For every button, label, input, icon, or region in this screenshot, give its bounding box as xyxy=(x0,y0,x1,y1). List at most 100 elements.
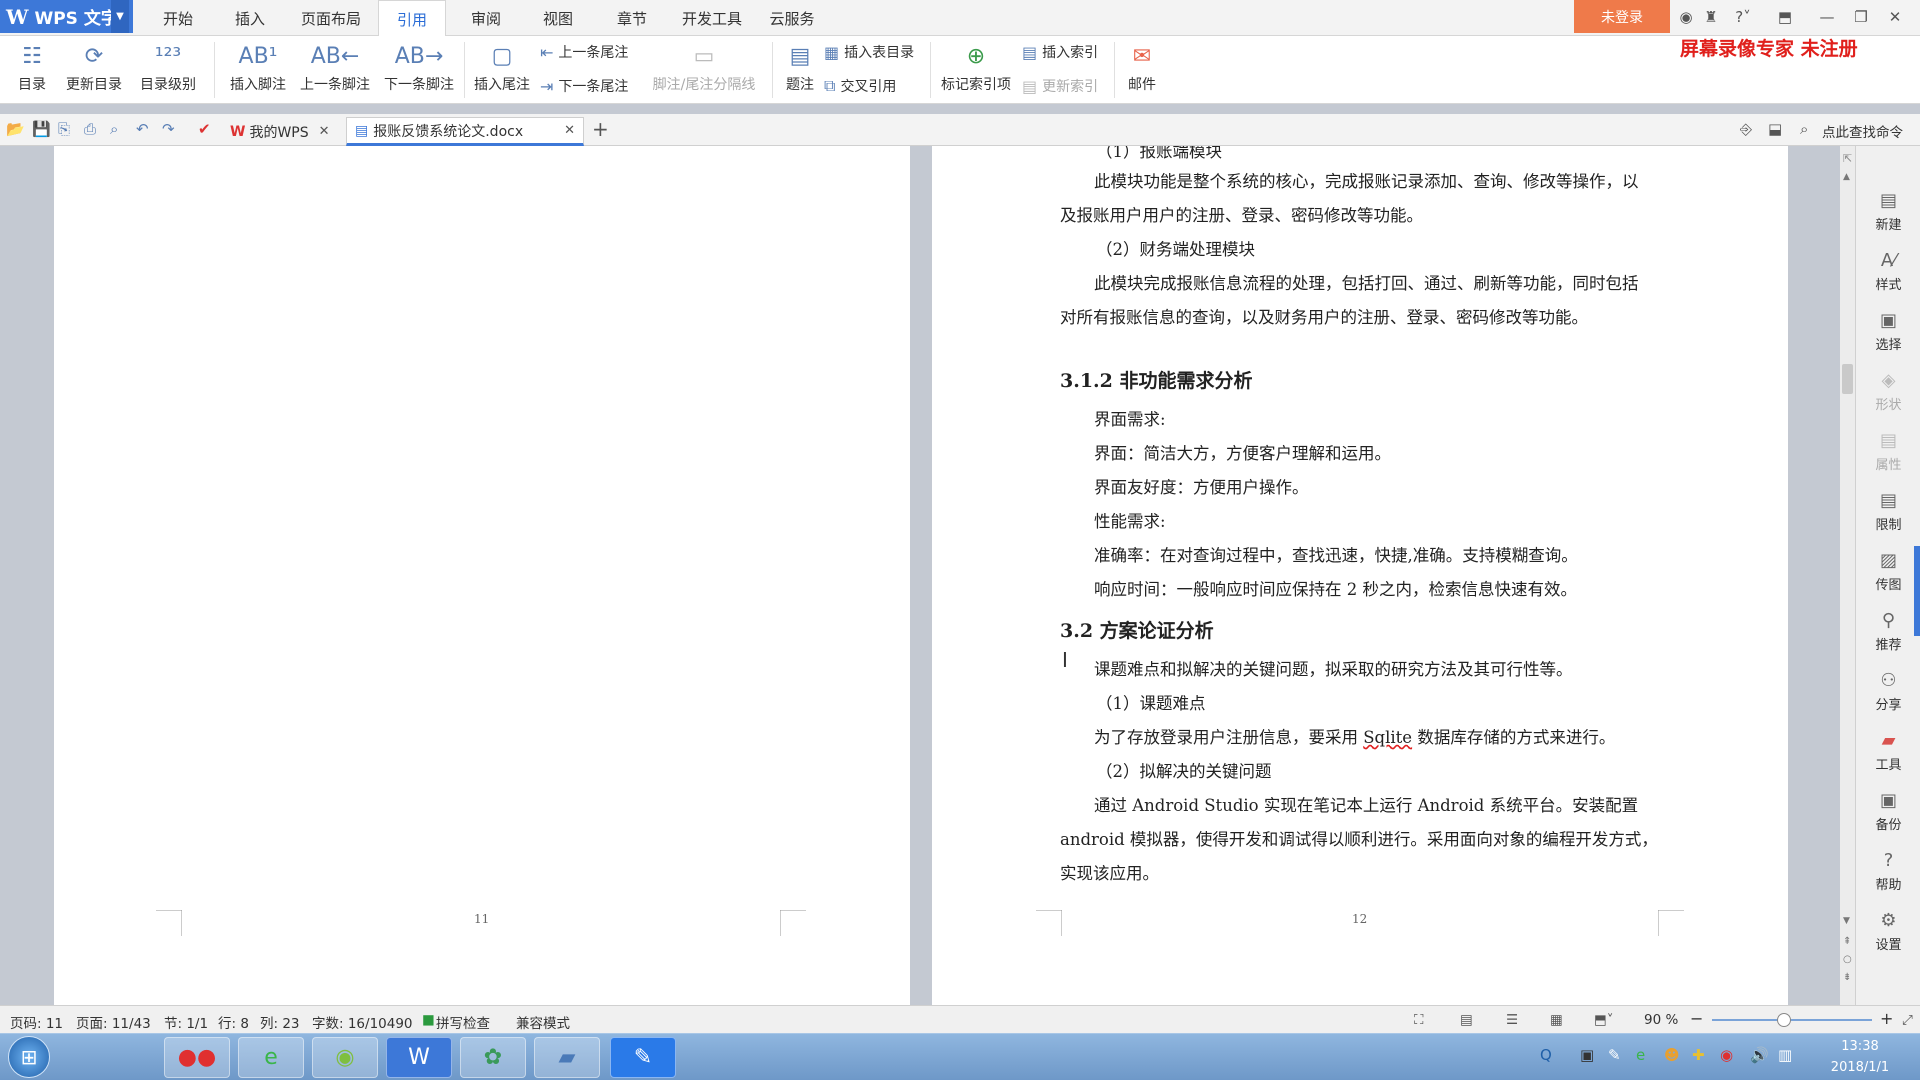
browse-object-icon[interactable]: ○ xyxy=(1843,954,1852,965)
text-line[interactable]: 准确率：在对查询过程中，查找迅速，快捷,准确。支持模糊查询。 xyxy=(1094,542,1578,566)
tab-document[interactable]: ▤ 报账反馈系统论文.docx ✕ xyxy=(346,117,584,146)
mail-button[interactable]: ✉ 邮件 xyxy=(1122,38,1162,94)
search-icon[interactable]: ⌕ xyxy=(1800,120,1808,138)
prev-endnote-button[interactable]: ⇤ 上一条尾注 xyxy=(540,42,628,62)
toc-button[interactable]: ☷ 目录 xyxy=(8,38,56,94)
tab-chapter[interactable]: 章节 xyxy=(604,0,660,36)
ribbon-toggle-icon[interactable]: ⬒ xyxy=(1770,0,1800,33)
sidebar-item-style[interactable]: A⁄ 样式 xyxy=(1856,250,1920,293)
prev-page-icon[interactable]: ⇞ xyxy=(1843,936,1851,947)
note-separator-button[interactable]: ▭ 脚注/尾注分隔线 xyxy=(648,38,760,94)
sidebar-item-share[interactable]: ⚇ 分享 xyxy=(1856,670,1920,713)
close-tab-icon[interactable]: ✕ xyxy=(564,123,575,138)
tab-insert[interactable]: 插入 xyxy=(222,0,278,36)
next-page-icon[interactable]: ⇟ xyxy=(1843,972,1851,983)
insert-endnote-button[interactable]: ▢ 插入尾注 xyxy=(470,38,534,94)
sidebar-item-recommend[interactable]: ⚲ 推荐 xyxy=(1856,610,1920,653)
tab-developer[interactable]: 开发工具 xyxy=(676,0,748,36)
vertical-scrollbar[interactable]: ⇱ ▲ ▼ ⇞ ○ ⇟ xyxy=(1840,146,1855,1005)
full-screen-icon[interactable]: ⛶ xyxy=(1414,1012,1423,1028)
zoom-slider-thumb[interactable] xyxy=(1777,1013,1791,1027)
tray-app-icon[interactable]: ▣ xyxy=(1580,1046,1594,1064)
text-line[interactable]: （1）报账端模块 xyxy=(1096,146,1222,162)
outline-view-icon[interactable]: ☰ xyxy=(1506,1012,1518,1028)
sidebar-item-new[interactable]: ▤ 新建 xyxy=(1856,190,1920,233)
sidebar-collapse-handle[interactable] xyxy=(1914,546,1920,636)
tab-my-wps[interactable]: W 我的WPS ✕ xyxy=(222,117,338,146)
sidebar-item-tools[interactable]: ▰ 工具 xyxy=(1856,730,1920,773)
insert-table-toc-button[interactable]: ▦ 插入表目录 xyxy=(824,42,914,62)
new-tab-icon[interactable]: + xyxy=(592,117,609,141)
open-folder-icon[interactable]: 📂 xyxy=(6,120,25,138)
close-tab-icon[interactable]: ✕ xyxy=(319,124,330,139)
page-view-icon[interactable]: ▤ xyxy=(1460,1012,1473,1028)
customize-icon[interactable]: ✔ xyxy=(198,120,211,138)
volume-icon[interactable]: 🔊 xyxy=(1750,1046,1769,1064)
document-area[interactable]: 11 12 （1）报账端模块 此模块功能是整个系统的核心，完成报账记录添加、查询… xyxy=(0,146,1855,1005)
sidebar-item-select[interactable]: ▣ 选择 xyxy=(1856,310,1920,353)
update-index-button[interactable]: ▤ 更新索引 xyxy=(1022,76,1098,96)
tray-ie-icon[interactable]: e xyxy=(1636,1046,1645,1064)
sidebar-item-settings[interactable]: ⚙ 设置 xyxy=(1856,910,1920,953)
sidebar-item-restrict[interactable]: ▤ 限制 xyxy=(1856,490,1920,533)
cross-ref-button[interactable]: ⧉ 交叉引用 xyxy=(824,76,896,96)
tab-review[interactable]: 审阅 xyxy=(458,0,514,36)
scroll-top-icon[interactable]: ⇱ xyxy=(1843,152,1852,165)
caption-button[interactable]: ▤ 题注 xyxy=(780,38,820,94)
chevron-down-icon[interactable]: ▼ xyxy=(111,0,129,33)
clock[interactable]: 13:38 2018/1/1 xyxy=(1820,1036,1900,1078)
layout-icon[interactable]: ⬓ xyxy=(1768,120,1782,138)
close-icon[interactable]: ✕ xyxy=(1880,0,1910,33)
tray-alert-icon[interactable]: ◉ xyxy=(1720,1046,1733,1064)
toc-level-button[interactable]: ¹²³ 目录级别 xyxy=(132,38,204,94)
section-heading[interactable]: 3.2 方案论证分析 xyxy=(1060,616,1214,643)
tab-home[interactable]: 开始 xyxy=(150,0,206,36)
network-icon[interactable]: ▥ xyxy=(1778,1046,1792,1064)
update-toc-button[interactable]: ⟳ 更新目录 xyxy=(62,38,126,94)
fit-window-icon[interactable]: ⤢ xyxy=(1902,1012,1913,1028)
text-line[interactable]: 界面友好度：方便用户操作。 xyxy=(1094,474,1309,498)
taskbar-app-notes[interactable]: ✎ xyxy=(610,1037,676,1078)
insert-index-button[interactable]: ▤ 插入索引 xyxy=(1022,42,1098,62)
text-line[interactable]: 及报账用户用户的注册、登录、密码修改等功能。 xyxy=(1060,202,1423,226)
page-left[interactable]: 11 xyxy=(54,146,910,1005)
restore-icon[interactable]: ❐ xyxy=(1846,0,1876,33)
next-endnote-button[interactable]: ⇥ 下一条尾注 xyxy=(540,76,628,96)
text-line[interactable]: android 模拟器，使得开发和调试得以顺利进行。采用面向对象的编程开发方式， xyxy=(1060,826,1658,850)
text-line[interactable]: 界面：简洁大方，方便客户理解和运用。 xyxy=(1094,440,1391,464)
print-icon[interactable]: ⎙ xyxy=(84,120,96,138)
login-button[interactable]: 未登录 xyxy=(1574,0,1670,33)
text-line[interactable]: 此模块功能是整个系统的核心，完成报账记录添加、查询、修改等操作，以 xyxy=(1094,168,1639,192)
sidebar-item-backup[interactable]: ▣ 备份 xyxy=(1856,790,1920,833)
taskbar-app-wps[interactable]: W xyxy=(386,1037,452,1078)
tray-security-icon[interactable]: ✚ xyxy=(1692,1046,1705,1064)
text-line[interactable]: 通过 Android Studio 实现在笔记本上运行 Android 系统平台… xyxy=(1094,792,1638,816)
taskbar-app-tool[interactable]: ✿ xyxy=(460,1037,526,1078)
status-word-count[interactable]: 字数: 16/10490 xyxy=(312,1012,413,1032)
save-icon[interactable]: 💾 xyxy=(32,120,51,138)
text-line[interactable]: 性能需求: xyxy=(1094,508,1166,532)
text-line[interactable]: （2）拟解决的关键问题 xyxy=(1096,758,1272,782)
minimize-icon[interactable]: — xyxy=(1812,0,1842,33)
print-preview-icon[interactable]: ⌕ xyxy=(110,120,118,138)
taskbar-app-explorer[interactable]: ▰ xyxy=(534,1037,600,1078)
text-line[interactable]: 为了存放登录用户注册信息，要采用 Sqlite 数据库存储的方式来进行。 xyxy=(1094,724,1615,748)
spell-error-word[interactable]: Sqlite xyxy=(1363,728,1412,747)
sidebar-item-properties[interactable]: ▤ 属性 xyxy=(1856,430,1920,473)
text-line[interactable]: 课题难点和拟解决的关键问题，拟采取的研究方法及其可行性等。 xyxy=(1094,656,1573,680)
tab-view[interactable]: 视图 xyxy=(530,0,586,36)
section-heading[interactable]: 3.1.2 非功能需求分析 xyxy=(1060,366,1253,393)
insert-footnote-button[interactable]: AB¹ 插入脚注 xyxy=(226,38,290,94)
export-pdf-icon[interactable]: ⎘ xyxy=(58,120,70,138)
zoom-out-icon[interactable]: − xyxy=(1690,1009,1703,1028)
prev-footnote-button[interactable]: AB← 上一条脚注 xyxy=(296,38,374,94)
status-page[interactable]: 页面: 11/43 xyxy=(76,1012,151,1032)
text-line[interactable]: 响应时间：一般响应时间应保持在 2 秒之内，检索信息快速有效。 xyxy=(1094,576,1577,600)
text-line[interactable]: 此模块完成报账信息流程的处理，包括打回、通过、刷新等功能，同时包括 xyxy=(1094,270,1639,294)
mark-index-button[interactable]: ⊕ 标记索引项 xyxy=(938,38,1014,94)
help-icon[interactable]: ?˅ xyxy=(1728,0,1758,33)
tab-references[interactable]: 引用 xyxy=(378,0,446,37)
sidebar-item-help[interactable]: ? 帮助 xyxy=(1856,850,1920,893)
spell-check-button[interactable]: 拼写检查 xyxy=(436,1012,490,1032)
next-footnote-button[interactable]: AB→ 下一条脚注 xyxy=(380,38,458,94)
